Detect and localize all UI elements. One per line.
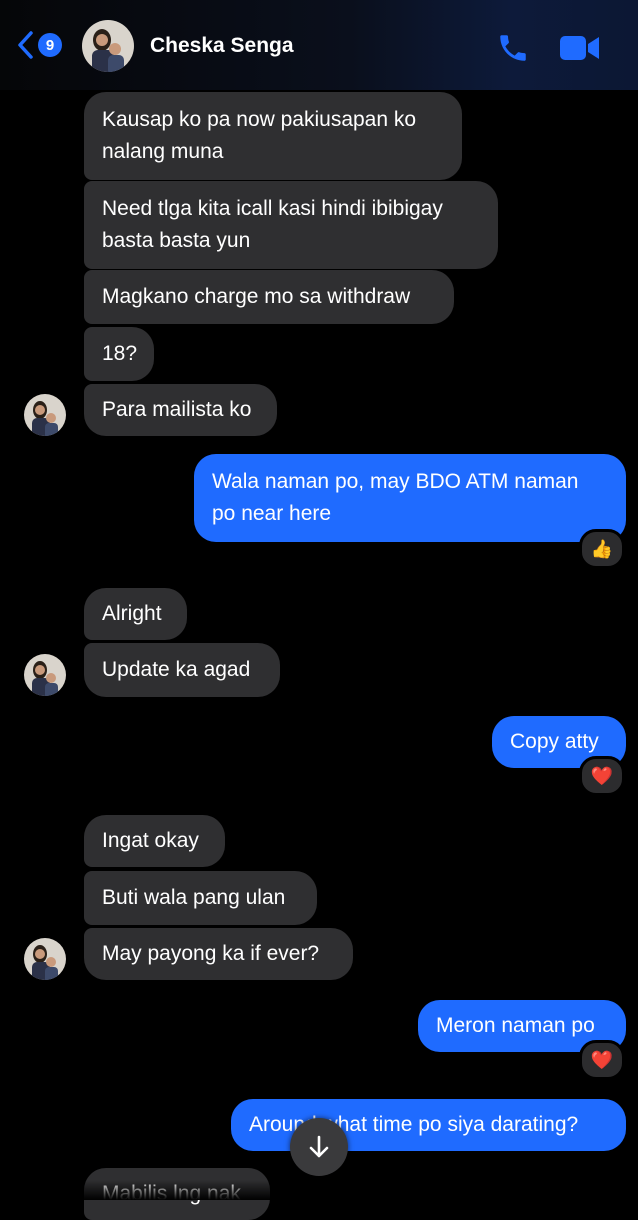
unread-count-badge: 9 <box>38 33 62 57</box>
message-bubble-incoming[interactable]: Magkano charge mo sa withdraw <box>84 270 454 324</box>
contact-name[interactable]: Cheska Senga <box>150 34 294 58</box>
arrow-down-icon <box>309 1135 329 1158</box>
scroll-to-bottom-button[interactable] <box>290 1118 348 1176</box>
back-button[interactable]: 9 <box>16 30 62 60</box>
message-text: basta basta yun <box>102 229 251 252</box>
contact-avatar[interactable] <box>24 654 66 696</box>
message-bubble-incoming[interactable]: Buti wala pang ulan <box>84 871 317 925</box>
message-bubble-incoming[interactable]: 18? <box>84 327 154 381</box>
bottom-fade <box>0 1180 638 1200</box>
video-camera-icon[interactable] <box>560 34 600 62</box>
message-bubble-incoming[interactable]: Need tlga kita icall kasi hindi ibibigay… <box>84 181 498 269</box>
message-text: Ingat okay <box>102 829 199 852</box>
message-bubble-incoming[interactable]: Kausap ko pa now pakiusapan ko nalang mu… <box>84 92 462 180</box>
message-text: May payong ka if ever? <box>102 942 320 965</box>
message-bubble-incoming[interactable]: Alright <box>84 588 187 640</box>
contact-avatar[interactable] <box>24 938 66 980</box>
message-text: Magkano charge mo sa withdraw <box>102 285 411 308</box>
reaction-heart[interactable]: ❤️ <box>579 756 625 796</box>
thumbs-up-icon: 👍 <box>590 538 614 559</box>
contact-avatar[interactable] <box>24 394 66 436</box>
message-text: Kausap ko pa now pakiusapan ko <box>102 108 417 131</box>
message-text: Meron naman po <box>436 1014 595 1037</box>
message-bubble-incoming[interactable]: Update ka agad <box>84 643 280 697</box>
message-text: Para mailista ko <box>102 398 252 421</box>
reaction-thumbs-up[interactable]: 👍 <box>579 529 625 569</box>
heart-icon: ❤️ <box>590 1049 614 1070</box>
message-text: Buti wala pang ulan <box>102 886 286 909</box>
message-bubble-outgoing[interactable]: Wala naman po, may BDO ATM naman po near… <box>194 454 626 542</box>
message-text: Copy atty <box>510 730 599 753</box>
chat-header: 9 Cheska Senga <box>0 0 638 90</box>
message-text: po near here <box>212 502 332 525</box>
contact-avatar[interactable] <box>82 20 134 72</box>
phone-icon[interactable] <box>496 31 530 65</box>
message-text: Update ka agad <box>102 658 251 681</box>
message-text: Need tlga kita icall kasi hindi ibibigay <box>102 197 443 220</box>
message-bubble-incoming[interactable]: May payong ka if ever? <box>84 928 353 980</box>
message-text: nalang muna <box>102 140 224 163</box>
message-bubble-incoming[interactable]: Ingat okay <box>84 815 225 867</box>
heart-icon: ❤️ <box>590 765 614 786</box>
message-bubble-incoming[interactable]: Para mailista ko <box>84 384 277 436</box>
message-text: Wala naman po, may BDO ATM naman <box>212 470 579 493</box>
reaction-heart[interactable]: ❤️ <box>579 1040 625 1080</box>
message-text: 18? <box>102 342 138 365</box>
chevron-left-icon <box>18 31 33 59</box>
message-text: Alright <box>102 602 162 625</box>
